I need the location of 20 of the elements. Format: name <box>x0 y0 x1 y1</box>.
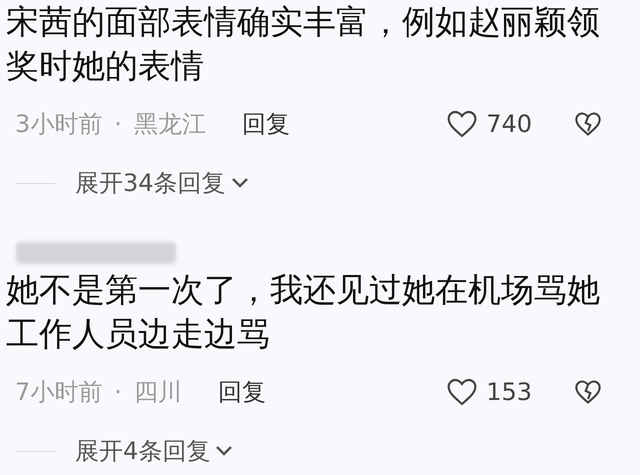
comment-text: 宋茜的面部表情确实丰富，例如赵丽颖领奖时她的表情 <box>5 1 601 87</box>
comment-time: 7小时前 <box>15 377 102 408</box>
comment-time: 3小时前 <box>15 109 102 140</box>
reply-link[interactable]: 回复 <box>242 106 290 142</box>
heart-icon <box>446 377 478 407</box>
like-count: 153 <box>486 377 532 408</box>
broken-heart-icon[interactable] <box>574 379 602 405</box>
comment-location: 黑龙江 <box>134 109 206 140</box>
reply-link[interactable]: 回复 <box>218 374 266 410</box>
broken-heart-icon[interactable] <box>574 111 602 137</box>
like-count: 740 <box>486 109 532 140</box>
expand-replies-button[interactable]: 展开34条回复 <box>75 165 250 201</box>
separator: · <box>114 377 122 408</box>
chevron-down-icon <box>214 444 234 458</box>
chevron-down-icon <box>230 176 250 190</box>
comment-text: 她不是第一次了，我还见过她在机场骂她工作人员边走边骂 <box>5 269 601 355</box>
separator: · <box>114 109 122 140</box>
comment-location: 四川 <box>134 377 182 408</box>
heart-icon <box>446 109 478 139</box>
expand-replies-button[interactable]: 展开4条回复 <box>75 433 234 469</box>
